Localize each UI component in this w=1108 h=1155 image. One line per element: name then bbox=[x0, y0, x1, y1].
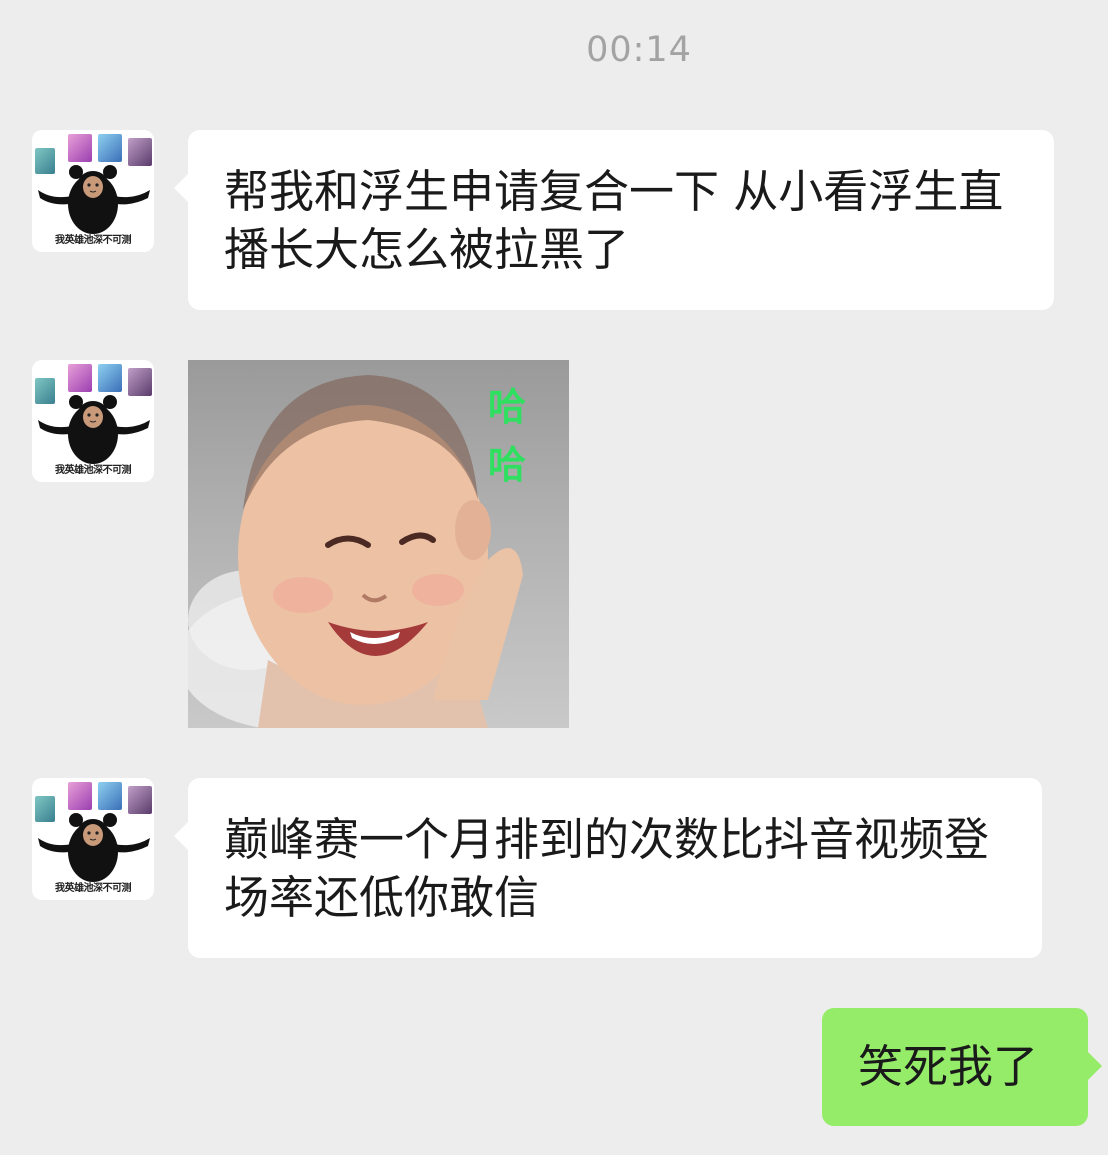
chat-screen: 00:14 我英雄池深不可测 帮我和浮生申请复合一下 从小看浮生直播长大怎么被拉… bbox=[0, 0, 1108, 1155]
contact-avatar[interactable]: 我英雄池深不可测 bbox=[32, 778, 154, 900]
baby-face-icon: 哈 哈 bbox=[188, 375, 526, 728]
message-text: 笑死我了 bbox=[858, 1040, 1039, 1093]
sticker-text: 哈 bbox=[488, 443, 526, 487]
message-bubble-incoming[interactable]: 巅峰赛一个月排到的次数比抖音视频登场率还低你敢信 bbox=[174, 778, 1042, 958]
message-text: 帮我和浮生申请复合一下 从小看浮生直播长大怎么被拉黑了 bbox=[224, 165, 1004, 276]
contact-avatar[interactable]: 我英雄池深不可测 bbox=[32, 360, 154, 482]
avatar-caption: 我英雄池深不可测 bbox=[55, 235, 132, 246]
bear-icon bbox=[38, 395, 150, 464]
bear-icon bbox=[38, 813, 150, 882]
avatar-caption: 我英雄池深不可测 bbox=[55, 465, 132, 476]
message-bubble-outgoing[interactable]: 笑死我了 bbox=[822, 1008, 1102, 1126]
message-timestamp: 00:14 bbox=[586, 30, 692, 70]
bear-icon bbox=[38, 165, 150, 234]
contact-avatar[interactable]: 我英雄池深不可测 bbox=[32, 130, 154, 252]
avatar-caption: 我英雄池深不可测 bbox=[55, 883, 132, 894]
sticker-text: 哈 bbox=[488, 385, 526, 429]
message-bubble-incoming[interactable]: 帮我和浮生申请复合一下 从小看浮生直播长大怎么被拉黑了 bbox=[174, 130, 1054, 310]
message-text: 巅峰赛一个月排到的次数比抖音视频登场率还低你敢信 bbox=[224, 813, 990, 924]
laughing-baby-sticker[interactable]: 哈 哈 bbox=[188, 360, 569, 728]
